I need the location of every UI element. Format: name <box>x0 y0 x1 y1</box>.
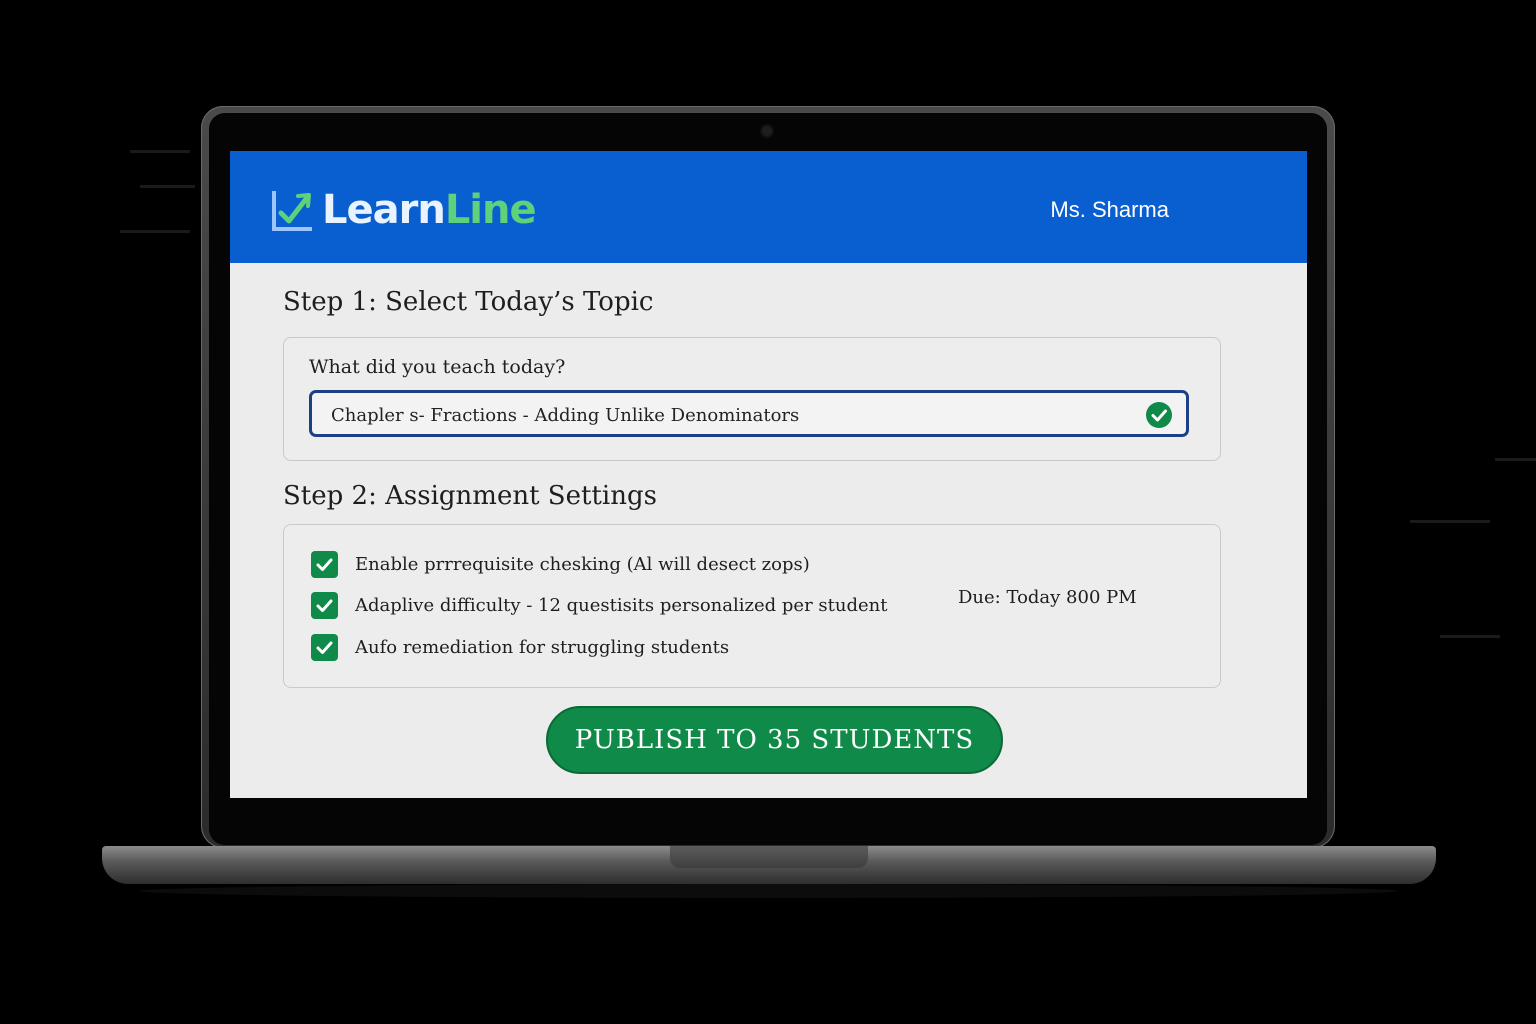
checkbox-checked[interactable] <box>311 592 338 619</box>
setting-auto-remediation[interactable]: Aufo remediation for struggling students <box>311 634 729 661</box>
topic-input[interactable]: Chapler s- Fractions - Adding Unlike Den… <box>309 390 1189 437</box>
background-streak <box>1495 458 1536 461</box>
camera-icon <box>762 126 772 136</box>
background-streak <box>1440 635 1500 638</box>
background-streak <box>130 150 190 153</box>
app-header: LearnLine Ms. Sharma <box>230 151 1307 263</box>
step1-title: Step 1: Select Today’s Topic <box>283 287 654 317</box>
laptop-screen: LearnLine Ms. Sharma Step 1: Select Toda… <box>230 151 1307 798</box>
topic-input-value: Chapler s- Fractions - Adding Unlike Den… <box>331 405 800 426</box>
background-streak <box>1410 520 1490 523</box>
chart-arrow-check-icon <box>272 191 312 231</box>
brand-logo[interactable]: LearnLine <box>270 187 537 233</box>
laptop-base-notch <box>670 846 868 868</box>
background-streak <box>120 230 190 233</box>
setting-label: Enable prrrequisite chesking (Al will de… <box>355 554 810 575</box>
check-circle-icon <box>1146 402 1172 428</box>
user-name[interactable]: Ms. Sharma <box>1050 197 1169 223</box>
stage: LearnLine Ms. Sharma Step 1: Select Toda… <box>0 0 1536 1024</box>
brand-name: LearnLine <box>322 187 537 233</box>
checkbox-checked[interactable] <box>311 634 338 661</box>
setting-label: Adaplive difficulty - 12 questisits pers… <box>355 595 888 616</box>
setting-adaptive-difficulty[interactable]: Adaplive difficulty - 12 questisits pers… <box>311 592 887 619</box>
setting-label: Aufo remediation for struggling students <box>355 637 730 658</box>
brand-name-part2: Line <box>444 187 537 233</box>
setting-prerequisite-check[interactable]: Enable prrrequisite chesking (Al will de… <box>311 551 810 578</box>
settings-card: Enable prrrequisite chesking (Al will de… <box>283 524 1221 688</box>
background-streak <box>140 185 195 188</box>
checkbox-checked[interactable] <box>311 551 338 578</box>
brand-name-part1: Learn <box>322 187 446 233</box>
topic-card: What did you teach today? Chapler s- Fra… <box>283 337 1221 461</box>
topic-question-label: What did you teach today? <box>309 356 566 378</box>
due-date-text[interactable]: Due: Today 800 PM <box>958 587 1137 608</box>
laptop-shadow <box>140 884 1398 898</box>
step2-title: Step 2: Assignment Settings <box>283 481 657 511</box>
publish-button[interactable]: PUBLISH TO 35 STUDENTS <box>546 706 1003 774</box>
